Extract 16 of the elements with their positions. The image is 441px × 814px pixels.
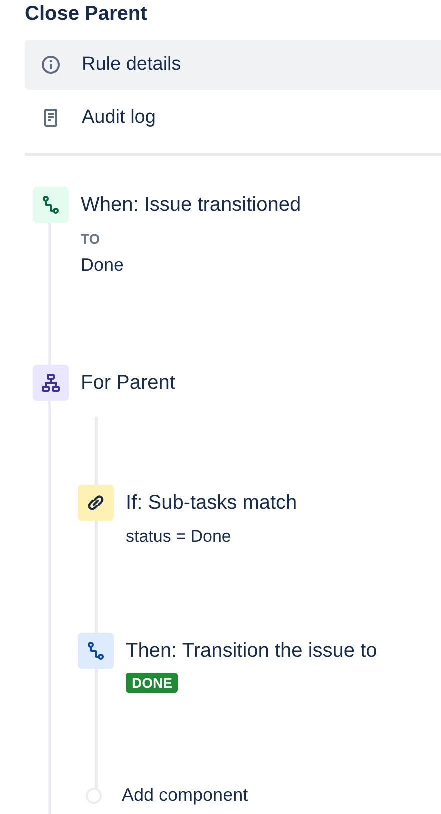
step-detail: Done — [81, 255, 126, 276]
nav-item[interactable]: Rule details — [25, 40, 441, 90]
field-label: TO — [81, 231, 102, 247]
step-title: If: Sub-tasks match — [126, 492, 298, 514]
info-icon — [41, 55, 61, 75]
link-icon — [78, 485, 114, 521]
branch-path-icon — [33, 187, 69, 223]
step-title: When: Issue transitioned — [81, 194, 302, 216]
step-title: Then: Transition the issue to — [126, 640, 378, 662]
status-lozenge: DONE — [126, 673, 178, 693]
page-title: Close Parent — [24, 2, 148, 27]
step-title: For Parent — [81, 372, 176, 394]
branch-path-icon — [78, 633, 114, 669]
step-detail: status = Done — [126, 527, 232, 547]
add-component-button[interactable]: Add component — [86, 785, 441, 806]
hierarchy-icon — [33, 365, 69, 401]
